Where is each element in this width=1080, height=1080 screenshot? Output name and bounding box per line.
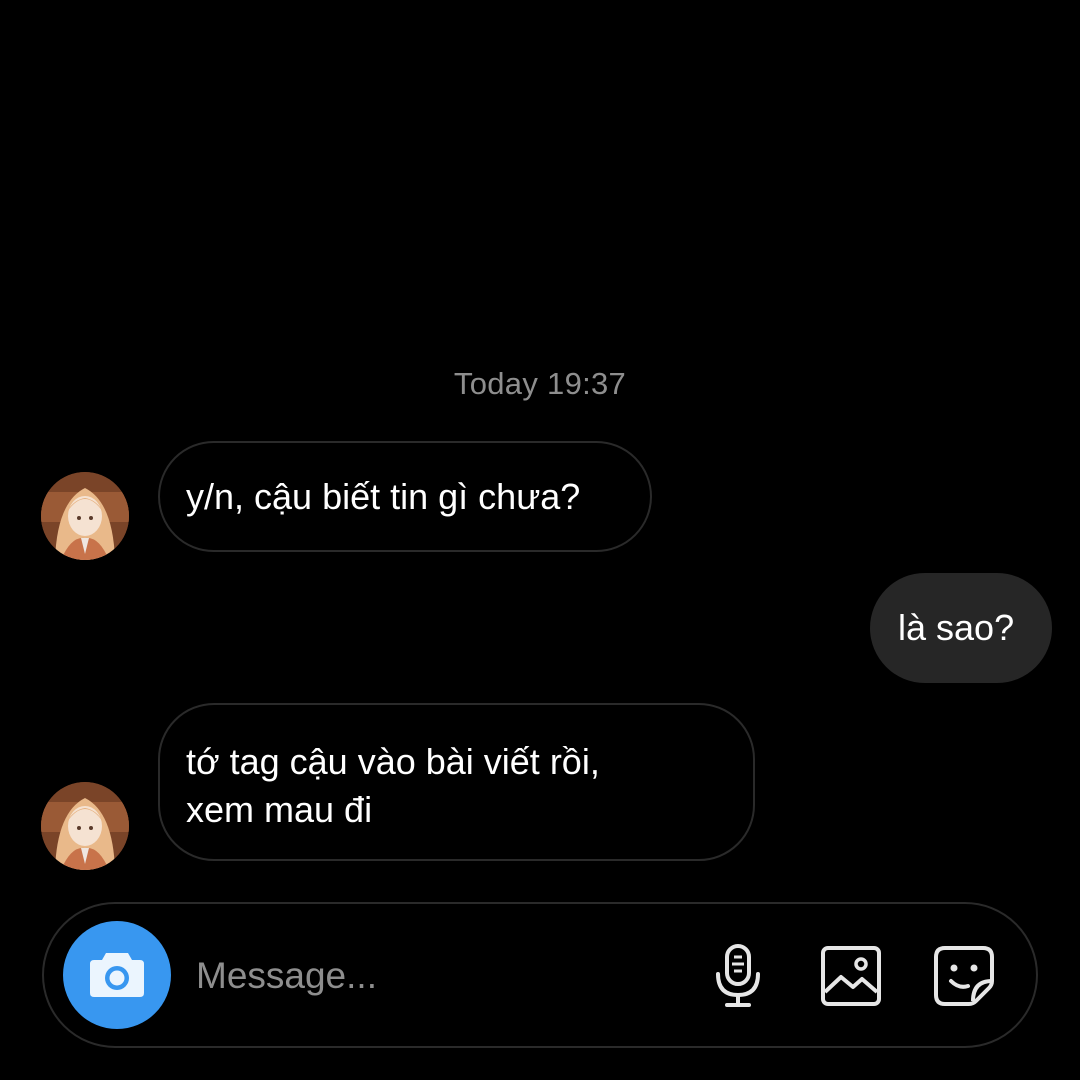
gallery-button[interactable]: [815, 940, 887, 1012]
avatar-image: [41, 472, 129, 560]
outgoing-message-bubble[interactable]: là sao?: [870, 573, 1052, 683]
message-input[interactable]: [196, 948, 676, 1004]
sticker-button[interactable]: [928, 940, 1000, 1012]
message-text: là sao?: [898, 607, 1015, 648]
image-gallery-icon: [821, 946, 881, 1006]
incoming-message-bubble[interactable]: y/n, cậu biết tin gì chưa?: [158, 441, 652, 552]
camera-icon: [90, 953, 144, 997]
incoming-message-bubble[interactable]: tớ tag cậu vào bài viết rồi, xem mau đi: [158, 703, 755, 861]
message-timestamp: Today 19:37: [453, 366, 627, 401]
message-text: y/n, cậu biết tin gì chưa?: [186, 475, 581, 517]
avatar-image: [41, 782, 129, 870]
camera-button[interactable]: [63, 921, 171, 1029]
message-text-line: tớ tag cậu vào bài viết rồi,: [186, 741, 600, 782]
avatar[interactable]: [41, 782, 129, 870]
sticker-icon: [934, 946, 994, 1006]
message-text-line: xem mau đi: [186, 789, 373, 830]
voice-message-button[interactable]: [702, 940, 774, 1012]
avatar[interactable]: [41, 472, 129, 560]
microphone-icon: [716, 944, 760, 1007]
message-composer: [42, 902, 1038, 1048]
